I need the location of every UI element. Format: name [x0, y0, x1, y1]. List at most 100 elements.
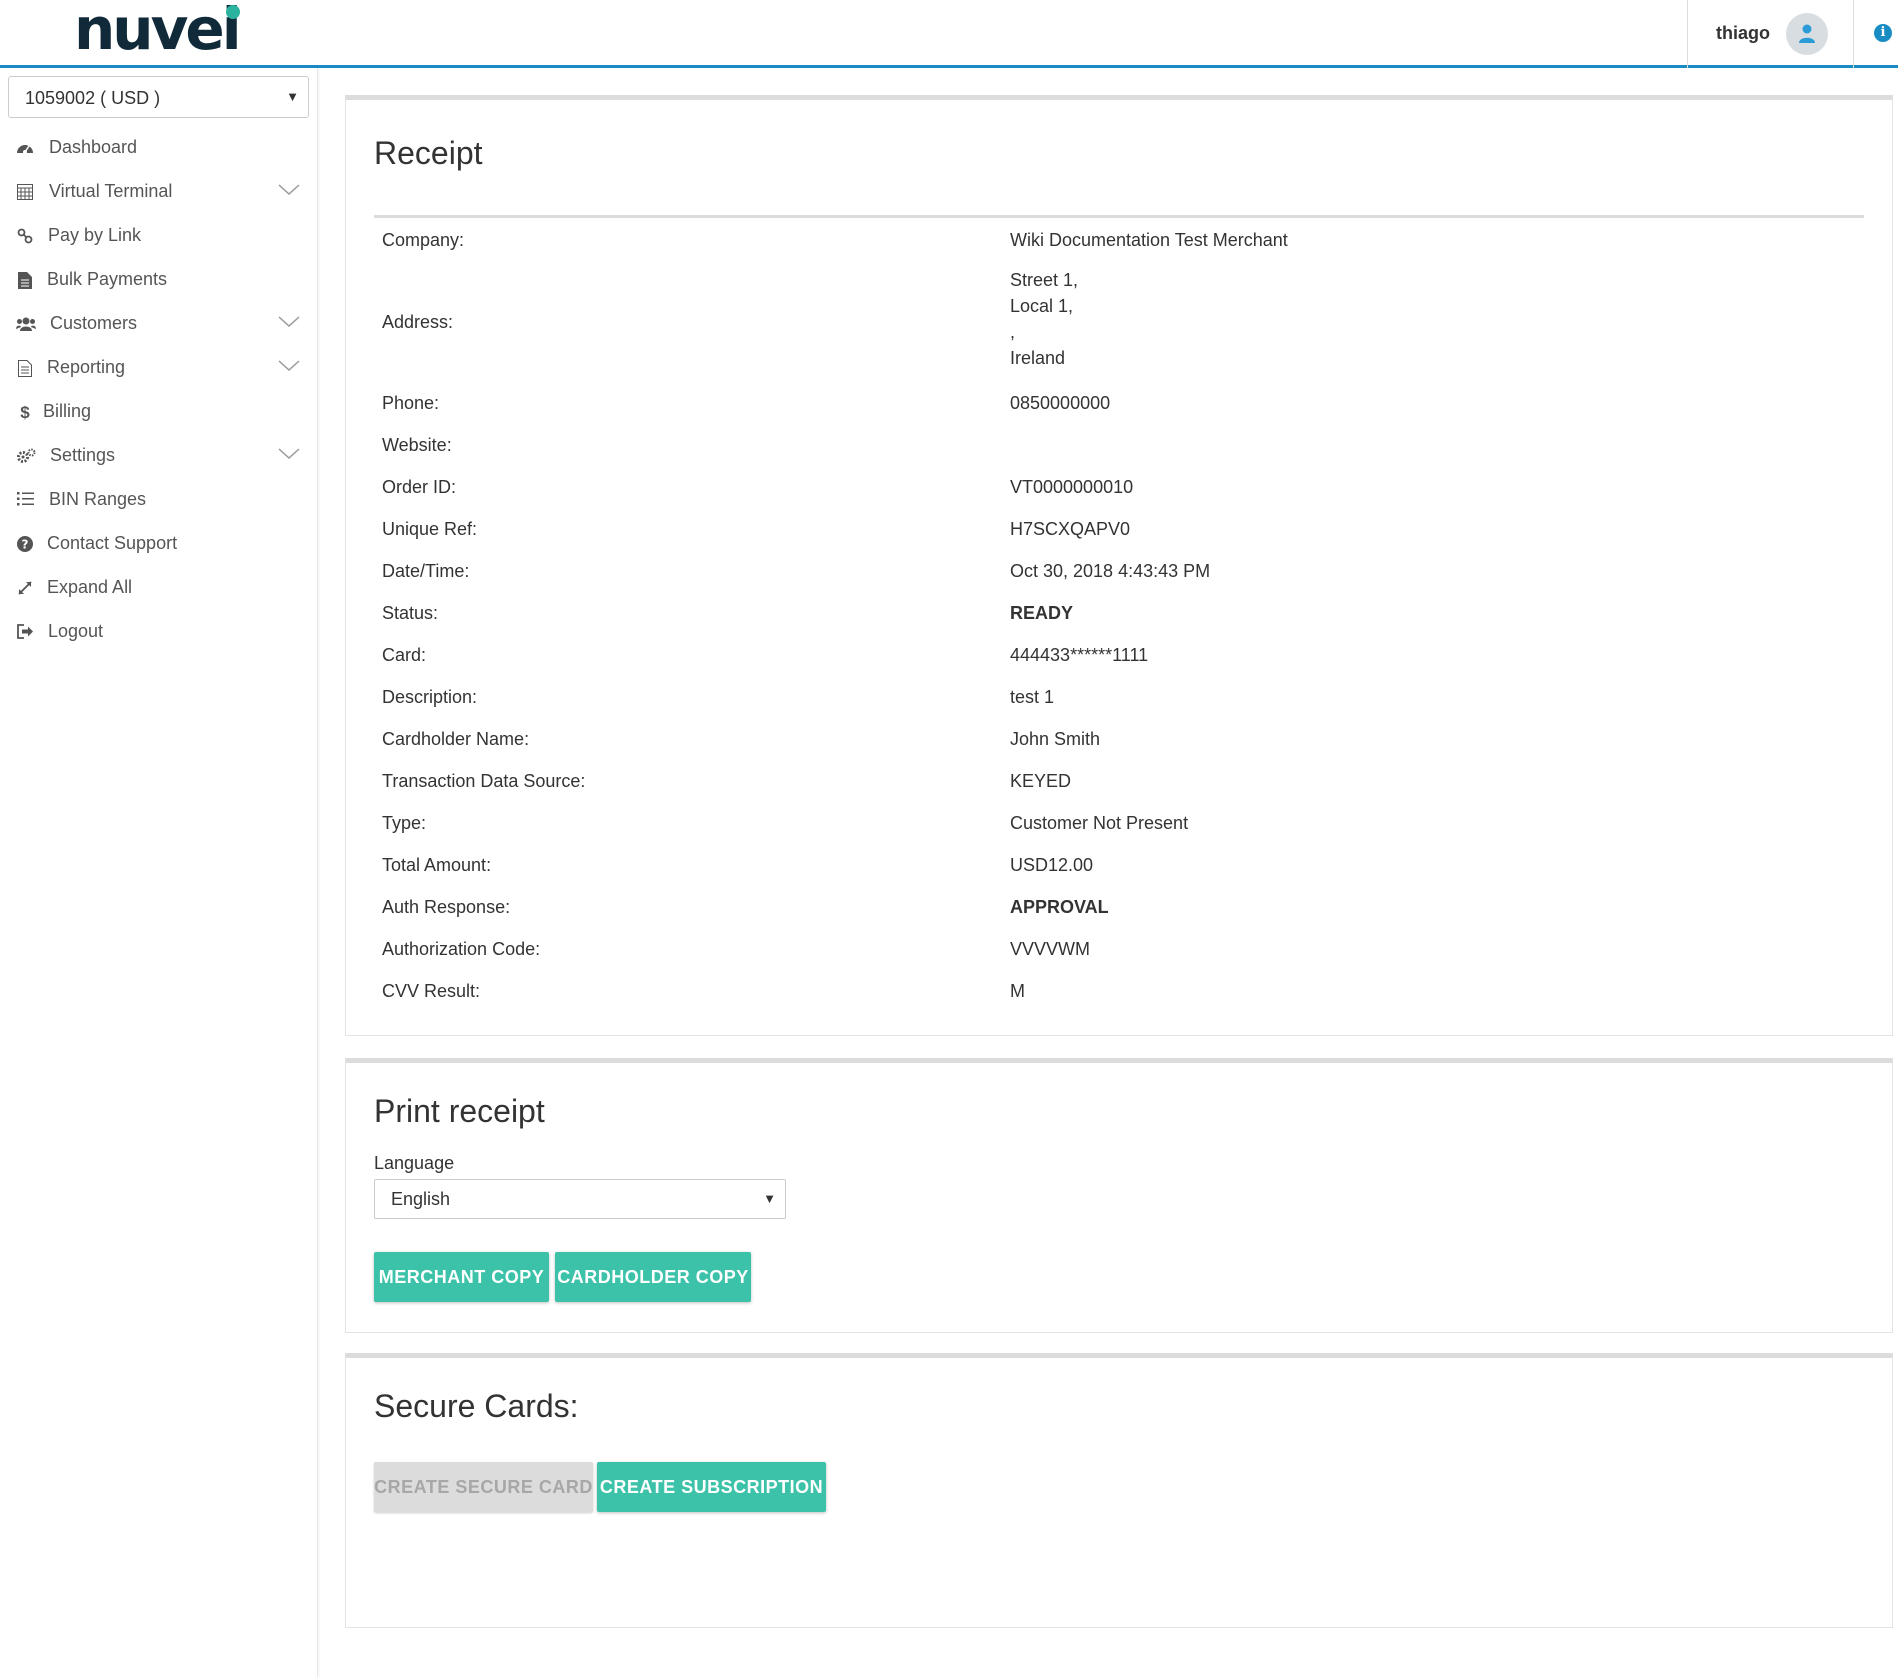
- logo-wordmark: nuvei: [74, 0, 242, 63]
- nuvei-logo[interactable]: nuvei: [74, 0, 244, 64]
- sidebar-item-label: Virtual Terminal: [49, 181, 173, 201]
- total-amount-value: USD12.00: [1010, 855, 1094, 875]
- logo-dot: [226, 5, 240, 19]
- sidebar-item-label: Settings: [50, 445, 116, 465]
- sidebar-item-label: Bulk Payments: [47, 269, 168, 289]
- chevron-down-icon: [278, 360, 300, 372]
- sidebar-item-contact-support[interactable]: ? Contact Support: [0, 524, 318, 564]
- secure-cards-title: Secure Cards:: [374, 1388, 579, 1424]
- avatar[interactable]: [1786, 13, 1828, 55]
- file-icon: [16, 272, 34, 290]
- sidebar-item-label: Logout: [48, 621, 104, 641]
- sidebar-item-label: Customers: [50, 313, 138, 333]
- address-line: Street 1,: [1010, 270, 1079, 290]
- description-value: test 1: [1010, 687, 1055, 707]
- address-label: Address:: [382, 312, 454, 332]
- sidebar-item-dashboard[interactable]: Dashboard: [0, 128, 318, 168]
- info-icon[interactable]: i: [1874, 24, 1892, 42]
- company-value: Wiki Documentation Test Merchant: [1010, 230, 1288, 250]
- authorization-code-value: VVVVWM: [1010, 939, 1091, 959]
- dashboard-icon: [16, 140, 34, 158]
- phone-value: 0850000000: [1010, 393, 1111, 413]
- sidebar-item-virtual-terminal[interactable]: Virtual Terminal: [0, 172, 318, 212]
- data-source-value: KEYED: [1010, 771, 1072, 791]
- language-label: Language: [374, 1153, 455, 1173]
- status-value: READY: [1010, 603, 1074, 623]
- card-label: Card:: [382, 645, 427, 665]
- sidebar-item-label: Billing: [43, 401, 92, 421]
- gears-icon: [16, 448, 36, 466]
- sidebar-item-label: Contact Support: [47, 533, 178, 553]
- description-label: Description:: [382, 687, 478, 707]
- sidebar-item-label: Pay by Link: [48, 225, 142, 245]
- user-icon: [1799, 24, 1815, 43]
- receipt-divider: [374, 215, 1864, 218]
- secure-cards-card: Secure Cards: CREATE SECURE CARD CREATE …: [345, 1353, 1893, 1628]
- cvv-result-value: M: [1010, 981, 1025, 1001]
- address-line: Ireland: [1010, 348, 1066, 368]
- sidebar-item-bin-ranges[interactable]: BIN Ranges: [0, 480, 318, 520]
- address-line: ,: [1010, 322, 1016, 342]
- question-icon: ?: [16, 536, 34, 554]
- print-receipt-title: Print receipt: [374, 1093, 545, 1129]
- order-id-value: VT0000000010: [1010, 477, 1134, 497]
- sidebar-item-expand-all[interactable]: Expand All: [0, 568, 318, 608]
- cvv-result-label: CVV Result:: [382, 981, 481, 1001]
- caret-down-icon: ▼: [763, 1191, 776, 1206]
- sidebar-item-bulk-payments[interactable]: Bulk Payments: [0, 260, 318, 300]
- cardholder-name-value: John Smith: [1010, 729, 1101, 749]
- list-icon: [16, 492, 34, 510]
- language-select[interactable]: English ▼: [374, 1179, 786, 1219]
- merchant-copy-button[interactable]: MERCHANT COPY: [374, 1252, 549, 1302]
- cardholder-name-label: Cardholder Name:: [382, 729, 530, 749]
- sidebar-item-customers[interactable]: Customers: [0, 304, 318, 344]
- receipt-card: Receipt Company: Wiki Documentation Test…: [345, 95, 1893, 1036]
- sidebar-item-label: BIN Ranges: [49, 489, 147, 509]
- chevron-down-icon: [278, 448, 300, 460]
- sidebar-item-label: Dashboard: [49, 137, 138, 157]
- print-receipt-card: Print receipt Language English ▼ MERCHAN…: [345, 1058, 1893, 1333]
- phone-label: Phone:: [382, 393, 440, 413]
- logout-icon: [16, 624, 34, 642]
- sidebar: 1059002 ( USD ) ▼ Dashboard Virtual Term…: [0, 68, 318, 1677]
- sidebar-item-reporting[interactable]: Reporting: [0, 348, 318, 388]
- address-value: Street 1, Local 1, , Ireland: [1010, 267, 1078, 371]
- type-label: Type:: [382, 813, 427, 833]
- sidebar-item-pay-by-link[interactable]: Pay by Link: [0, 216, 318, 256]
- company-label: Company:: [382, 230, 465, 250]
- sidebar-item-label: Reporting: [47, 357, 126, 377]
- create-subscription-button[interactable]: CREATE SUBSCRIPTION: [597, 1462, 826, 1512]
- account-select[interactable]: 1059002 ( USD ) ▼: [8, 76, 309, 118]
- unique-ref-label: Unique Ref:: [382, 519, 478, 539]
- total-amount-label: Total Amount:: [382, 855, 492, 875]
- svg-text:?: ?: [22, 538, 29, 552]
- auth-response-label: Auth Response:: [382, 897, 511, 917]
- website-label: Website:: [382, 435, 452, 455]
- chevron-down-icon: [278, 184, 300, 196]
- caret-down-icon: ▼: [286, 89, 299, 104]
- address-line: Local 1,: [1010, 296, 1074, 316]
- data-source-label: Transaction Data Source:: [382, 771, 586, 791]
- report-icon: [16, 360, 34, 378]
- type-value: Customer Not Present: [1010, 813, 1189, 833]
- sidebar-item-label: Expand All: [47, 577, 133, 597]
- dollar-icon: $: [20, 403, 30, 422]
- user-menu[interactable]: thiago: [1687, 0, 1854, 68]
- receipt-title: Receipt: [374, 135, 483, 171]
- user-name: thiago: [1716, 23, 1770, 43]
- language-select-value: English: [391, 1189, 451, 1209]
- sidebar-item-logout[interactable]: Logout: [0, 612, 318, 652]
- link-icon: [16, 228, 34, 246]
- date-time-label: Date/Time:: [382, 561, 470, 581]
- expand-icon: [16, 580, 34, 598]
- create-secure-card-button[interactable]: CREATE SECURE CARD: [374, 1462, 593, 1512]
- sidebar-item-billing[interactable]: $ Billing: [0, 392, 318, 432]
- status-label: Status:: [382, 603, 439, 623]
- chevron-down-icon: [278, 316, 300, 328]
- sidebar-item-settings[interactable]: Settings: [0, 436, 318, 476]
- calculator-icon: [16, 184, 34, 202]
- cardholder-copy-button[interactable]: CARDHOLDER COPY: [555, 1252, 751, 1302]
- unique-ref-value: H7SCXQAPV0: [1010, 519, 1131, 539]
- auth-response-value: APPROVAL: [1010, 897, 1109, 917]
- top-header: nuvei thiago i: [0, 0, 1898, 68]
